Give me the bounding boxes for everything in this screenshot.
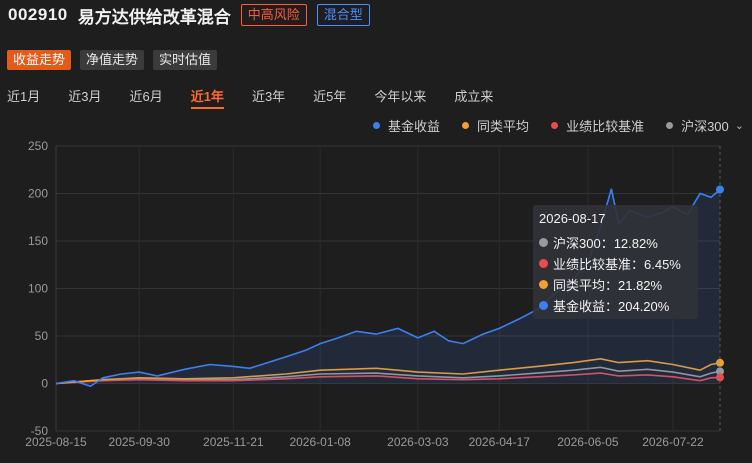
x-tick-label: 2026-04-17 [469, 435, 531, 449]
y-tick-label: 250 [28, 139, 48, 153]
x-tick-label: 2026-06-05 [557, 435, 619, 449]
tooltip-row: 沪深300：12.82% [539, 232, 692, 253]
tooltip-row-text: 同类平均：21.82% [553, 278, 663, 293]
x-tick-label: 2025-08-15 [25, 435, 87, 449]
series-dot-icon [539, 238, 548, 247]
x-tick-label: 2026-07-22 [642, 435, 704, 449]
legend-label: 同类平均 [477, 119, 530, 134]
tooltip-row-text: 沪深300：12.82% [553, 236, 658, 251]
return-trend-button[interactable]: 收益走势 [7, 50, 72, 70]
period-tabs: 近1月 近3月 近6月 近1年 近3年 近5年 今年以来 成立来 [7, 86, 521, 109]
tooltip-date: 2026-08-17 [539, 211, 606, 226]
series-dot-icon [539, 259, 548, 268]
legend-dot-icon [373, 122, 381, 129]
chart-mode-buttons: 收益走势 净值走势 实时估值 [7, 50, 218, 70]
legend-label: 沪深300 [681, 119, 729, 134]
x-tick-label: 2026-03-03 [387, 435, 449, 449]
tooltip-row: 基金收益：204.20% [539, 295, 692, 316]
fund-header: 002910 易方达供给改革混合 中高风险 混合型 [8, 2, 370, 28]
period-tab-since-inception[interactable]: 成立来 [454, 86, 493, 109]
period-tab-1m[interactable]: 近1月 [7, 86, 40, 109]
fund-code: 002910 [8, 5, 68, 24]
y-tick-label: 0 [41, 377, 48, 391]
realtime-estimate-button[interactable]: 实时估值 [153, 50, 218, 70]
period-tab-ytd[interactable]: 今年以来 [374, 86, 426, 109]
series-end-point [716, 185, 724, 194]
fund-name: 易方达供给改革混合 [77, 7, 231, 27]
tooltip-row: 业绩比较基准：6.45% [539, 253, 692, 274]
series-dot-icon [539, 301, 548, 310]
chart-legend: 基金收益 同类平均 业绩比较基准 沪深300 ⌄ [351, 116, 744, 135]
x-tick-label: 2025-09-30 [109, 435, 171, 449]
legend-label: 基金收益 [388, 119, 441, 134]
legend-item-benchmark[interactable]: 业绩比较基准 [551, 116, 644, 135]
legend-item-fund-return[interactable]: 基金收益 [373, 116, 440, 135]
period-tab-5y[interactable]: 近5年 [313, 86, 346, 109]
fund-type-tag: 混合型 [316, 4, 370, 26]
chart-tooltip: 2026-08-17 沪深300：12.82% 业绩比较基准：6.45% 同类平… [533, 205, 698, 319]
y-tick-label: 200 [28, 187, 48, 201]
x-tick-label: 2025-11-21 [203, 435, 264, 449]
period-tab-6m[interactable]: 近6月 [129, 86, 162, 109]
tooltip-row-text: 业绩比较基准：6.45% [553, 257, 681, 272]
tooltip-row-text: 基金收益：204.20% [553, 299, 670, 314]
y-tick-label: 100 [28, 282, 48, 296]
risk-level-tag: 中高风险 [240, 4, 307, 26]
legend-item-peer-average[interactable]: 同类平均 [462, 116, 529, 135]
x-tick-label: 2026-01-08 [289, 435, 351, 449]
legend-label: 业绩比较基准 [566, 119, 645, 134]
series-dot-icon [539, 280, 548, 289]
period-tab-3m[interactable]: 近3月 [68, 86, 101, 109]
y-tick-label: 50 [35, 329, 49, 343]
y-tick-label: 150 [28, 234, 48, 248]
legend-dot-icon [551, 122, 559, 129]
period-tab-1y[interactable]: 近1年 [190, 86, 224, 109]
legend-item-csi300[interactable]: 沪深300 ⌄ [666, 116, 744, 135]
chevron-down-icon[interactable]: ⌄ [735, 119, 744, 132]
period-tab-3y[interactable]: 近3年 [252, 86, 285, 109]
legend-dot-icon [462, 122, 470, 129]
tooltip-row: 同类平均：21.82% [539, 274, 692, 295]
nav-trend-button[interactable]: 净值走势 [80, 50, 145, 70]
legend-dot-icon [666, 122, 674, 129]
